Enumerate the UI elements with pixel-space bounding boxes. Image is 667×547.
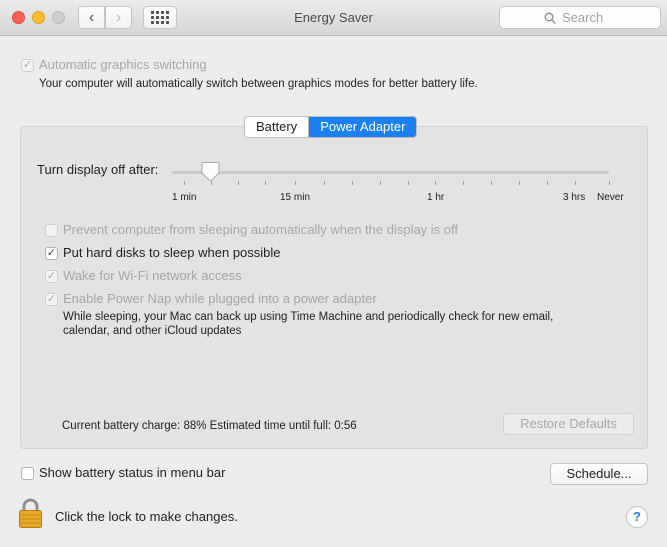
tick-label-never: Never <box>597 192 624 203</box>
checkmark-icon: ✓ <box>22 59 33 71</box>
display-off-label: Turn display off after: <box>37 162 159 177</box>
slider-tick <box>265 181 266 185</box>
tab-battery[interactable]: Battery <box>245 117 310 137</box>
auto-graphics-label: Automatic graphics switching <box>39 57 207 72</box>
tick-label-3hrs: 3 hrs <box>563 192 586 203</box>
show-battery-status-label: Show battery status in menu bar <box>39 465 226 480</box>
tab-power-adapter[interactable]: Power Adapter <box>309 117 417 137</box>
power-nap-description-line2: calendar, and other iCloud updates <box>63 325 242 337</box>
help-button[interactable]: ? <box>626 506 648 528</box>
tick-label-1min: 1 min <box>172 192 197 203</box>
battery-status-text: Current battery charge: 88% Estimated ti… <box>62 420 357 432</box>
slider-tick <box>380 181 381 185</box>
lock-icon[interactable] <box>18 498 43 529</box>
power-nap-description-line1: While sleeping, your Mac can back up usi… <box>63 311 554 323</box>
power-nap-label: Enable Power Nap while plugged into a po… <box>63 291 377 306</box>
checkmark-icon: ✓ <box>46 247 57 259</box>
slider-tick <box>211 181 212 185</box>
checkmark-icon: ✓ <box>46 293 57 305</box>
wake-wifi-label: Wake for Wi-Fi network access <box>63 268 242 283</box>
hard-disk-sleep-label: Put hard disks to sleep when possible <box>63 245 281 260</box>
restore-defaults-button[interactable]: Restore Defaults <box>503 413 634 435</box>
slider-tick <box>435 181 436 185</box>
wake-wifi-checkbox[interactable]: ✓ <box>45 270 58 283</box>
power-nap-checkbox[interactable]: ✓ <box>45 293 58 306</box>
slider-tick <box>238 181 239 185</box>
slider-tick <box>547 181 548 185</box>
title-bar: ‹ › Energy Saver <box>0 0 667 36</box>
slider-tick <box>324 181 325 185</box>
slider-tick <box>408 181 409 185</box>
search-input[interactable] <box>562 10 616 25</box>
show-battery-status-checkbox[interactable] <box>21 467 34 480</box>
tick-label-15min: 15 min <box>280 192 311 203</box>
display-off-slider-track[interactable] <box>172 171 609 174</box>
slider-tick <box>352 181 353 185</box>
hard-disk-sleep-checkbox[interactable]: ✓ <box>45 247 58 260</box>
slider-tick <box>575 181 576 185</box>
tick-label-1hr: 1 hr <box>427 192 445 203</box>
search-icon <box>544 12 556 24</box>
auto-graphics-description: Your computer will automatically switch … <box>39 78 478 90</box>
slider-tick <box>463 181 464 185</box>
display-off-slider-thumb[interactable] <box>201 161 220 182</box>
schedule-button[interactable]: Schedule... <box>550 463 648 485</box>
slider-tick <box>491 181 492 185</box>
prevent-sleep-checkbox[interactable] <box>45 224 58 237</box>
auto-graphics-checkbox[interactable]: ✓ <box>21 59 34 72</box>
slider-tick <box>184 181 185 185</box>
tab-control: Battery Power Adapter <box>244 116 418 138</box>
search-field[interactable] <box>499 6 661 29</box>
slider-tick <box>295 181 296 185</box>
checkmark-icon: ✓ <box>46 270 57 282</box>
slider-tick <box>519 181 520 185</box>
prevent-sleep-label: Prevent computer from sleeping automatic… <box>63 222 459 237</box>
energy-saver-window: ‹ › Energy Saver ✓ Automatic graphics sw… <box>0 0 667 547</box>
slider-tick <box>609 181 610 185</box>
lock-label: Click the lock to make changes. <box>55 509 238 524</box>
